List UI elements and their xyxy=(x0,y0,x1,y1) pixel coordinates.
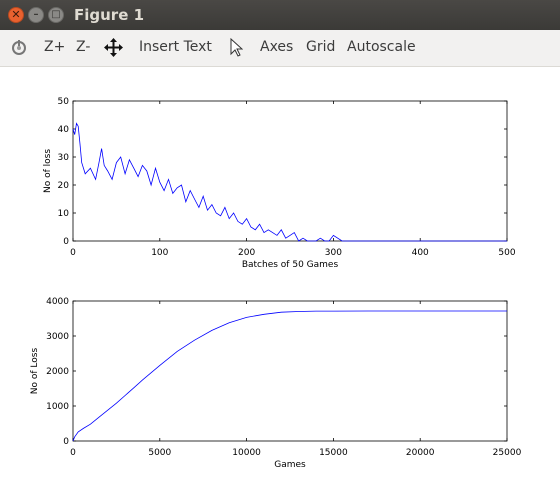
x-tick-label: 200 xyxy=(238,248,255,258)
x-tick-label: 20000 xyxy=(406,448,435,458)
minimize-window-button[interactable]: – xyxy=(28,7,44,23)
close-window-button[interactable]: ✕ xyxy=(8,7,24,23)
maximize-window-button[interactable]: □ xyxy=(48,7,64,23)
loss-per-batch-plot: 0 100 200 300 400 500 0 10 20 30 40 50 Batches of 50… xyxy=(43,97,516,270)
maximize-icon: □ xyxy=(51,9,61,20)
insert-text-button[interactable]: Insert Text xyxy=(139,39,212,55)
y-tick-label: 10 xyxy=(58,209,70,219)
x-tick-label: 100 xyxy=(151,248,168,258)
plot-area xyxy=(72,300,508,442)
x-tick-label: 400 xyxy=(412,248,429,258)
pan-icon[interactable] xyxy=(104,38,123,57)
zoom-out-button[interactable]: Z- xyxy=(76,39,90,55)
cumulative-loss-plot: 0 5000 10000 15000 20000 25000 0 1000 2000 3000 40… xyxy=(30,297,522,470)
y-tick-label: 0 xyxy=(63,237,69,247)
plot-area xyxy=(72,100,508,242)
y-tick-label: 4000 xyxy=(46,297,69,307)
autoscale-button[interactable]: Autoscale xyxy=(347,39,416,55)
x-axis-label: Batches of 50 Games xyxy=(242,260,339,270)
y-axis-label: No of Loss xyxy=(30,348,40,395)
x-tick-label: 0 xyxy=(70,448,76,458)
grid-button[interactable]: Grid xyxy=(306,39,335,55)
zoom-in-button[interactable]: Z+ xyxy=(44,39,65,55)
y-tick-label: 40 xyxy=(58,125,70,135)
y-tick-label: 2000 xyxy=(46,367,69,377)
title-bar: ✕ – □ Figure 1 xyxy=(0,0,560,30)
y-tick-label: 30 xyxy=(58,153,70,163)
y-tick-label: 20 xyxy=(58,181,70,191)
minimize-icon: – xyxy=(33,9,39,20)
x-tick-label: 10000 xyxy=(232,448,261,458)
y-tick-label: 0 xyxy=(63,437,69,447)
y-tick-label: 1000 xyxy=(46,402,69,412)
figure-canvas: 0 100 200 300 400 50001020304050Batches of 50… xyxy=(30,97,522,470)
x-tick-label: 15000 xyxy=(319,448,348,458)
x-tick-label: 300 xyxy=(325,248,342,258)
window-title: Figure 1 xyxy=(74,6,145,24)
x-tick-label: 5000 xyxy=(148,448,171,458)
y-axis-label: No of loss xyxy=(43,149,53,193)
x-tick-label: 0 xyxy=(70,248,76,258)
axes-button[interactable]: Axes xyxy=(260,39,293,55)
pointer-icon[interactable] xyxy=(229,38,243,58)
close-icon: ✕ xyxy=(11,8,21,21)
x-tick-label: 25000 xyxy=(493,448,522,458)
y-tick-label: 3000 xyxy=(46,332,69,342)
x-tick-label: 500 xyxy=(498,248,515,258)
x-axis-label: Games xyxy=(274,460,306,470)
y-tick-label: 50 xyxy=(58,97,70,107)
toolbar: Z+ Z- Insert Text Axes Grid Autoscale xyxy=(0,30,560,67)
rotate-icon[interactable] xyxy=(10,38,28,56)
